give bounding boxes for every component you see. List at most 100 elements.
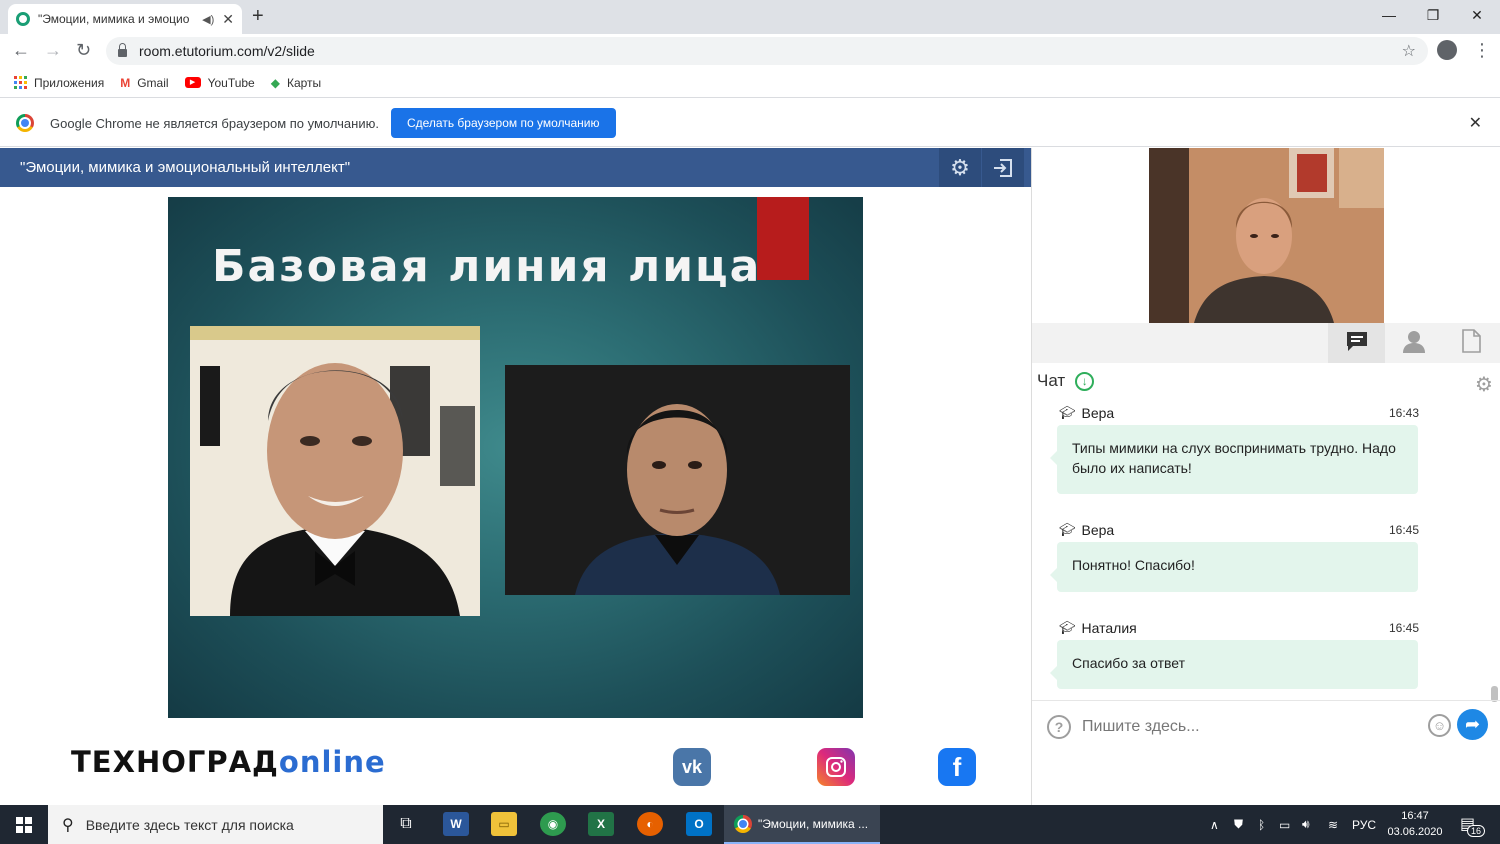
infobar-close-icon[interactable]: ✕ (1469, 113, 1482, 133)
reload-icon[interactable]: ↻ (76, 40, 91, 61)
outlook-icon[interactable]: O (686, 812, 712, 836)
bookmark-label: Gmail (137, 75, 169, 90)
files-tab[interactable] (1442, 323, 1499, 363)
message-time: 16:45 (1389, 621, 1420, 635)
volume-icon[interactable]: 🔊︎ (1302, 805, 1310, 844)
vk-icon[interactable]: vk (673, 748, 711, 786)
download-icon[interactable]: ↓ (1075, 371, 1095, 391)
slide-photo-right (505, 365, 850, 595)
maximize-button[interactable]: ❐ (1410, 0, 1456, 30)
instagram-icon[interactable] (817, 748, 855, 786)
chat-settings-gear-icon[interactable]: ⚙ (1475, 372, 1493, 397)
bookmark-star-icon[interactable]: ☆ (1402, 41, 1416, 61)
message-bubble: Понятно! Спасибо! (1050, 542, 1418, 592)
file-explorer-icon[interactable]: ▭ (491, 812, 517, 836)
bookmark-apps[interactable]: Приложения (14, 76, 104, 90)
tab-title: "Эмоции, мимика и эмоцио (38, 12, 190, 26)
infobar-message: Google Chrome не является браузером по у… (50, 115, 379, 131)
brand-name: ТЕХНОГРАД (71, 745, 279, 779)
taskbar-chrome-window[interactable]: "Эмоции, мимика ... (724, 805, 880, 844)
facebook-icon[interactable]: f (938, 748, 976, 786)
bookmark-maps[interactable]: ◆ Карты (271, 76, 321, 90)
bookmarks-bar: Приложения M Gmail ▶ YouTube ◆ Карты (0, 68, 1500, 98)
excel-icon[interactable]: X (588, 812, 614, 836)
document-icon (1461, 328, 1481, 358)
show-hidden-icons[interactable]: ∧ (1210, 805, 1219, 844)
windows-start-button[interactable] (0, 805, 48, 844)
bookmark-label: Карты (286, 75, 322, 90)
slide-accent-bar (757, 197, 809, 280)
user-icon (1402, 329, 1426, 358)
search-icon: ⚲ (62, 816, 74, 834)
gmail-icon: M (120, 75, 131, 90)
chat-message-input[interactable] (1082, 714, 1412, 740)
graduation-cap-icon: 🎓︎ (1059, 405, 1076, 420)
bookmark-label: YouTube (207, 75, 255, 90)
emoji-icon[interactable]: ☺ (1428, 714, 1451, 737)
system-clock[interactable]: 16:47 03.06.2020 (1384, 808, 1446, 840)
help-icon[interactable]: ? (1047, 715, 1071, 739)
author-name: Вера (1081, 522, 1115, 538)
message-time: 16:43 (1389, 406, 1420, 420)
tab-close-icon[interactable]: ✕ (222, 11, 234, 28)
clock-time: 16:47 (1401, 810, 1429, 822)
lock-icon (118, 43, 127, 57)
battery-icon[interactable]: ▭ (1279, 805, 1290, 844)
message-time: 16:45 (1389, 523, 1420, 537)
technograd-logo: ТЕХНОГРАДonline (71, 745, 386, 779)
message-author: 🎓︎ Вера (1059, 405, 1114, 421)
taskbar-window-title: "Эмоции, мимика ... (758, 816, 869, 831)
url-text: room.etutorium.com/v2/slide (139, 43, 315, 59)
word-icon[interactable]: W (443, 812, 469, 836)
youtube-icon: ▶ (184, 77, 201, 88)
bookmark-youtube[interactable]: ▶ YouTube (184, 75, 255, 90)
graduation-cap-icon: 🎓︎ (1059, 522, 1076, 537)
task-view-icon[interactable]: ⧉ (393, 812, 419, 836)
set-default-browser-button[interactable]: Сделать браузером по умолчанию (390, 108, 616, 138)
chrome-icon (734, 814, 752, 833)
message-bubble: Спасибо за ответ (1050, 640, 1418, 689)
brand-suffix: online (278, 745, 386, 779)
firefox-icon[interactable]: ◐ (637, 812, 663, 836)
new-tab-button[interactable]: + (252, 5, 264, 28)
apps-grid-icon (14, 76, 27, 89)
close-window-button[interactable]: ✕ (1454, 0, 1500, 30)
clock-date: 03.06.2020 (1387, 826, 1443, 838)
author-name: Наталия (1081, 620, 1137, 636)
browser-tab[interactable]: "Эмоции, мимика и эмоцио ◀) ✕ (8, 4, 242, 34)
address-bar[interactable]: room.etutorium.com/v2/slide ☆ (106, 37, 1428, 65)
defender-shield-icon[interactable]: ⛊ (1234, 805, 1243, 844)
chat-header: Чат ↓ (1037, 371, 1095, 391)
exit-icon[interactable] (982, 148, 1024, 187)
bluetooth-icon[interactable]: ᛒ (1258, 805, 1265, 844)
message-author: 🎓︎ Наталия (1059, 620, 1137, 636)
settings-gear-icon[interactable]: ⚙ (939, 148, 981, 187)
chat-tab[interactable] (1328, 323, 1385, 363)
chrome-menu-icon[interactable]: ⋮ (1473, 40, 1491, 61)
slide-photo-left (190, 326, 480, 616)
course-title-bar: "Эмоции, мимика и эмоциональный интеллек… (0, 148, 1031, 187)
bookmark-label: Приложения (34, 75, 105, 90)
graduation-cap-icon: 🎓︎ (1059, 620, 1076, 635)
speaker-icon[interactable]: ◀) (202, 13, 214, 26)
course-title: "Эмоции, мимика и эмоциональный интеллек… (20, 159, 351, 176)
language-indicator[interactable]: РУС (1352, 805, 1376, 844)
default-browser-infobar: Google Chrome не является браузером по у… (0, 100, 1500, 147)
back-arrow-icon[interactable]: ← (12, 40, 30, 61)
globe-app-icon[interactable]: ◉ (540, 812, 566, 836)
send-button[interactable]: ➦ (1457, 709, 1488, 740)
author-name: Вера (1081, 405, 1115, 421)
participants-tab[interactable] (1385, 323, 1442, 363)
taskbar-search-box[interactable]: ⚲ Введите здесь текст для поиска (48, 805, 383, 844)
minimize-button[interactable]: — (1366, 0, 1412, 30)
maps-icon: ◆ (270, 75, 280, 90)
webcam-video (1149, 148, 1384, 323)
chrome-logo-icon (16, 114, 34, 132)
message-author: 🎓︎ Вера (1059, 522, 1114, 538)
slide-title: Базовая линия лица (212, 241, 762, 292)
bookmark-gmail[interactable]: M Gmail (120, 76, 168, 90)
profile-avatar-icon[interactable] (1437, 40, 1457, 60)
forward-arrow-icon[interactable]: → (44, 40, 62, 61)
message-bubble: Типы мимики на слух воспринимать трудно.… (1050, 425, 1418, 494)
wifi-icon[interactable]: ≋ (1328, 805, 1338, 844)
